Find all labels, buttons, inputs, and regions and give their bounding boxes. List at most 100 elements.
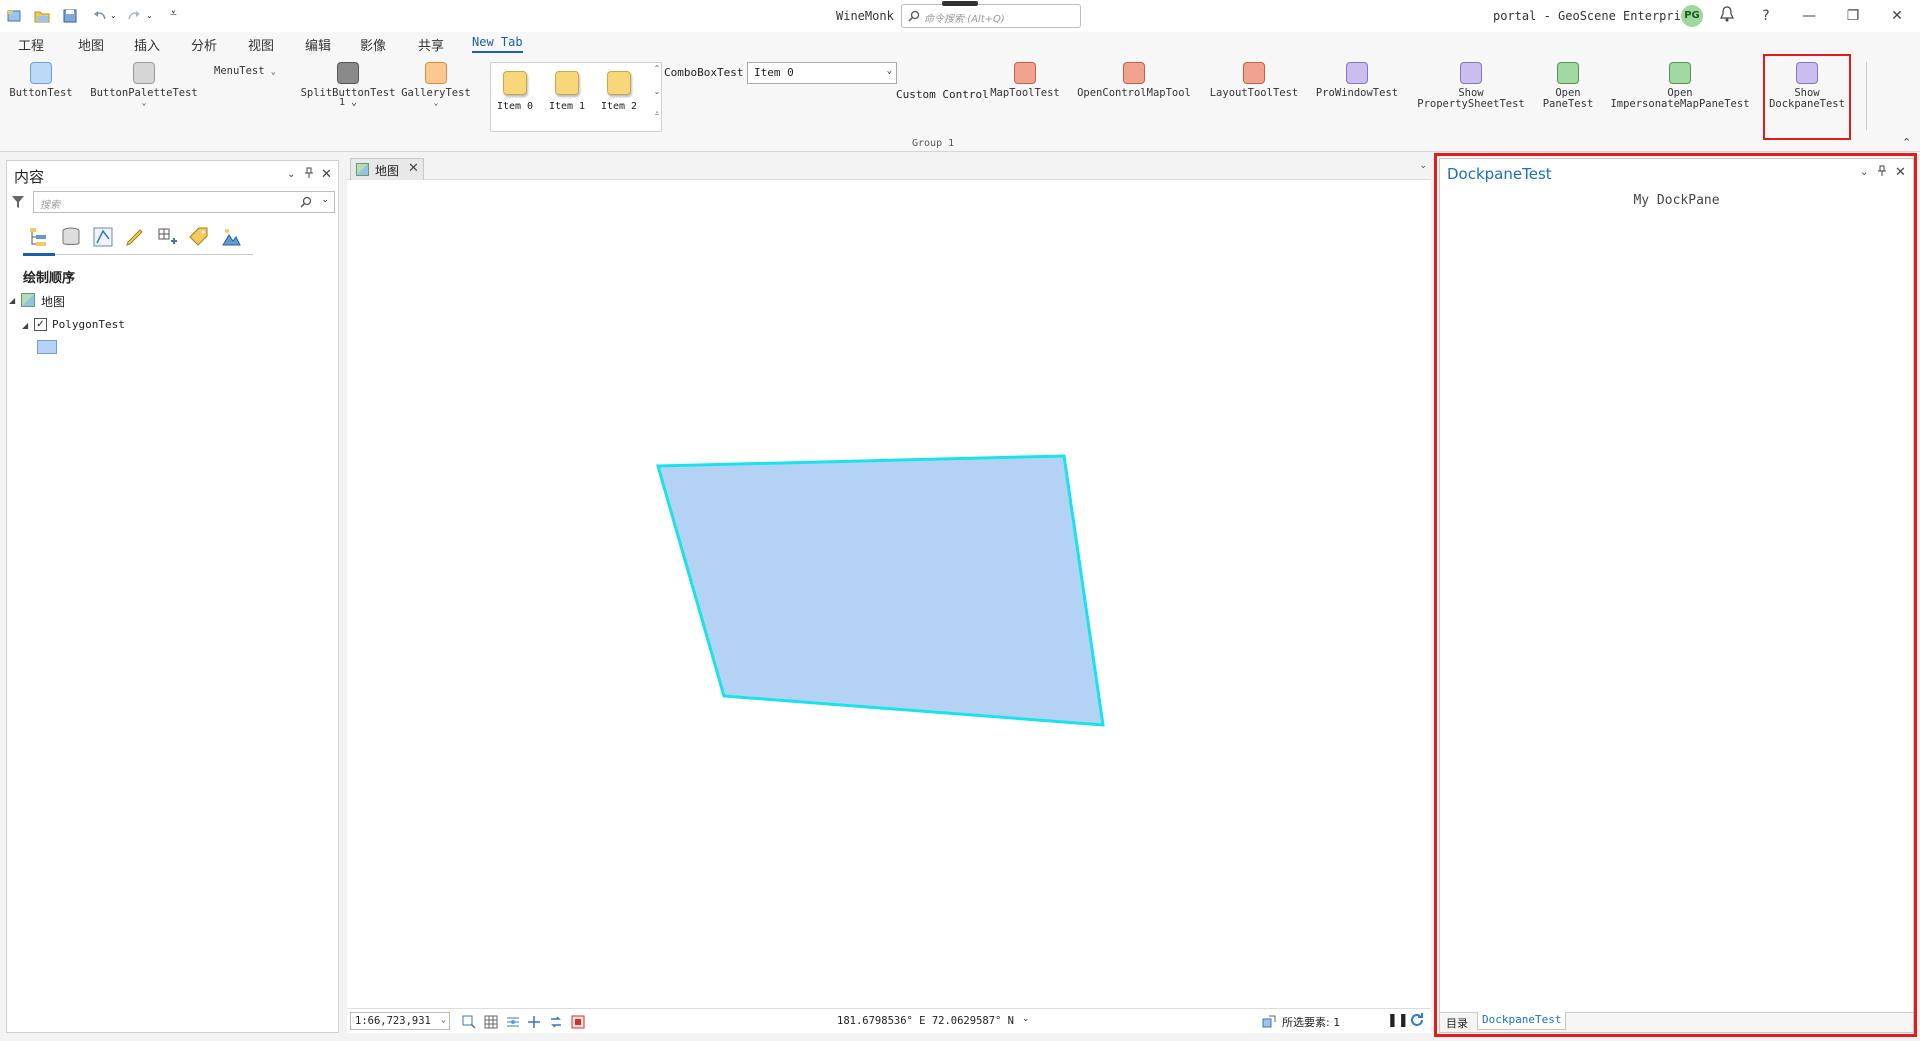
save-project-icon[interactable]: [62, 8, 78, 24]
property-sheet-icon: [1460, 62, 1482, 84]
list-by-perspective-imagery-icon[interactable]: [219, 225, 243, 249]
open-pane-icon: [1557, 62, 1579, 84]
combo-box-select[interactable]: Item 0 ⌄: [747, 62, 897, 84]
pause-drawing-button[interactable]: ❚❚: [1387, 1013, 1409, 1028]
list-by-snapping-icon[interactable]: [155, 225, 179, 249]
impersonate-pane-icon: [1669, 62, 1691, 84]
open-project-icon[interactable]: [34, 8, 50, 24]
help-button[interactable]: ?: [1755, 6, 1777, 26]
tab-insert[interactable]: 插入: [134, 35, 160, 54]
layer-visibility-checkbox[interactable]: ✓: [34, 318, 47, 331]
scale-selector[interactable]: 1:66,723,931 ⌄: [350, 1012, 450, 1030]
tab-imagery[interactable]: 影像: [360, 35, 386, 54]
show-property-sheet-test[interactable]: Show PropertySheetTest: [1412, 62, 1530, 110]
gallery-scroll-up-icon[interactable]: ⌃: [652, 64, 662, 86]
button-test[interactable]: ButtonTest: [8, 62, 74, 99]
gallery-item-2[interactable]: Item 2: [599, 71, 639, 112]
selected-features-icon[interactable]: [1262, 1015, 1276, 1029]
gallery-item-0[interactable]: Item 0: [495, 71, 535, 112]
close-icon[interactable]: ✕: [408, 161, 419, 176]
list-by-selection-icon[interactable]: [91, 225, 115, 249]
gallery-expand-icon[interactable]: ⩡: [652, 109, 662, 131]
tree-map-label[interactable]: 地图: [41, 293, 65, 310]
gallery-test[interactable]: GalleryTest ⌄: [400, 62, 472, 107]
stop-drawing-icon[interactable]: [571, 1015, 585, 1029]
refresh-icon[interactable]: [1409, 1012, 1425, 1028]
redo-icon[interactable]: [126, 8, 142, 24]
highlight-box-show-dockpane: [1763, 54, 1851, 140]
contents-search-input[interactable]: 搜索 ⌄: [33, 191, 335, 213]
map-icon: [21, 293, 35, 307]
pin-icon[interactable]: [304, 167, 314, 183]
grid-icon[interactable]: [484, 1015, 498, 1029]
notifications-bell-icon[interactable]: [1716, 6, 1738, 26]
split-button-icon: [337, 62, 359, 84]
open-pane-test[interactable]: Open PaneTest: [1540, 62, 1596, 110]
button-palette-test[interactable]: ButtonPaletteTest ⌄: [88, 62, 200, 107]
undo-icon[interactable]: [92, 8, 108, 24]
button-palette-icon: [133, 62, 155, 84]
list-by-editing-icon[interactable]: [123, 225, 147, 249]
tab-share[interactable]: 共享: [418, 35, 444, 54]
tab-edit[interactable]: 编辑: [305, 35, 331, 54]
gallery-item-1[interactable]: Item 1: [547, 71, 587, 112]
avatar[interactable]: PG: [1681, 5, 1703, 27]
list-by-data-source-icon[interactable]: [59, 225, 83, 249]
chevron-down-icon[interactable]: ⌄: [1419, 161, 1427, 171]
list-by-labeling-icon[interactable]: [187, 225, 211, 249]
menu-test[interactable]: MenuTest ⌄: [214, 66, 284, 77]
sync-views-icon[interactable]: [549, 1015, 563, 1029]
button-test-icon: [30, 62, 52, 84]
layer-symbol-swatch[interactable]: [37, 340, 57, 354]
tab-project[interactable]: 工程: [18, 35, 44, 54]
ribbon-tab-bar: 工程 地图 插入 分析 视图 编辑 影像 共享 New Tab: [0, 32, 1920, 56]
chevron-down-icon[interactable]: ⌄: [321, 195, 329, 205]
polygon-feature[interactable]: [656, 454, 1105, 727]
open-control-map-tool-label: OpenControlMapTool: [1077, 87, 1191, 99]
open-control-map-tool[interactable]: OpenControlMapTool: [1073, 62, 1195, 99]
chevron-down-icon: ⌄: [433, 98, 439, 107]
portal-label[interactable]: portal - GeoScene Enterprise: [1493, 9, 1695, 23]
custom-control[interactable]: Custom Control: [896, 88, 989, 101]
collapse-triangle-icon[interactable]: ◢: [9, 296, 15, 305]
gallery-scroll-down-icon[interactable]: ⌄: [652, 87, 662, 109]
tab-view[interactable]: 视图: [248, 35, 274, 54]
close-button[interactable]: ✕: [1886, 6, 1908, 26]
collapse-ribbon-icon[interactable]: ⌃: [1902, 136, 1911, 149]
zoom-to-selected-icon[interactable]: [462, 1015, 476, 1029]
command-search-input[interactable]: 命令搜索 (Alt+Q): [901, 1, 1081, 28]
map-tool-test[interactable]: MapToolTest: [985, 62, 1065, 99]
gallery-item-label: Item 1: [548, 101, 586, 112]
combo-box-label: ComboBoxTest: [664, 66, 744, 79]
redo-dropdown-icon[interactable]: ⌄: [146, 11, 162, 27]
search-icon: [908, 10, 920, 22]
list-by-drawing-order-icon[interactable]: [27, 225, 51, 249]
split-button-test[interactable]: SplitButtonTest 1 ⌄: [298, 62, 398, 108]
pane-options-chevron-icon[interactable]: ⌄: [287, 169, 295, 180]
ribbon-group-label: Group 1: [912, 138, 955, 149]
tab-map[interactable]: 地图: [78, 35, 104, 54]
minimize-button[interactable]: —: [1798, 6, 1820, 26]
search-icon[interactable]: [300, 196, 312, 208]
tab-new-tab[interactable]: New Tab: [472, 35, 523, 53]
map-tool-label: MapToolTest: [990, 87, 1060, 99]
tab-map-view[interactable]: 地图 ✕: [350, 158, 424, 180]
tree-layer-label[interactable]: PolygonTest: [52, 318, 125, 331]
chevron-down-icon[interactable]: ⌄: [1022, 1014, 1030, 1024]
open-impersonate-map-pane-test[interactable]: Open ImpersonateMapPaneTest: [1606, 62, 1754, 110]
close-icon[interactable]: ✕: [321, 167, 332, 182]
navigator-icon[interactable]: [506, 1015, 520, 1029]
layout-tool-test[interactable]: LayoutToolTest: [1206, 62, 1302, 99]
restore-button[interactable]: ❐: [1842, 6, 1864, 26]
collapse-triangle-icon[interactable]: ◢: [22, 321, 28, 330]
tab-analysis[interactable]: 分析: [191, 35, 217, 54]
undo-dropdown-icon[interactable]: ⌄: [110, 11, 126, 27]
new-project-icon[interactable]: [6, 8, 22, 24]
app-title: WineMonk: [836, 9, 894, 23]
filter-icon[interactable]: [11, 195, 25, 212]
customize-toolbar-icon[interactable]: ⩡: [170, 6, 186, 22]
map-canvas[interactable]: [347, 180, 1431, 1010]
snapping-icon[interactable]: [527, 1015, 541, 1029]
gallery-test-icon: [425, 62, 447, 84]
pro-window-test[interactable]: ProWindowTest: [1311, 62, 1403, 99]
